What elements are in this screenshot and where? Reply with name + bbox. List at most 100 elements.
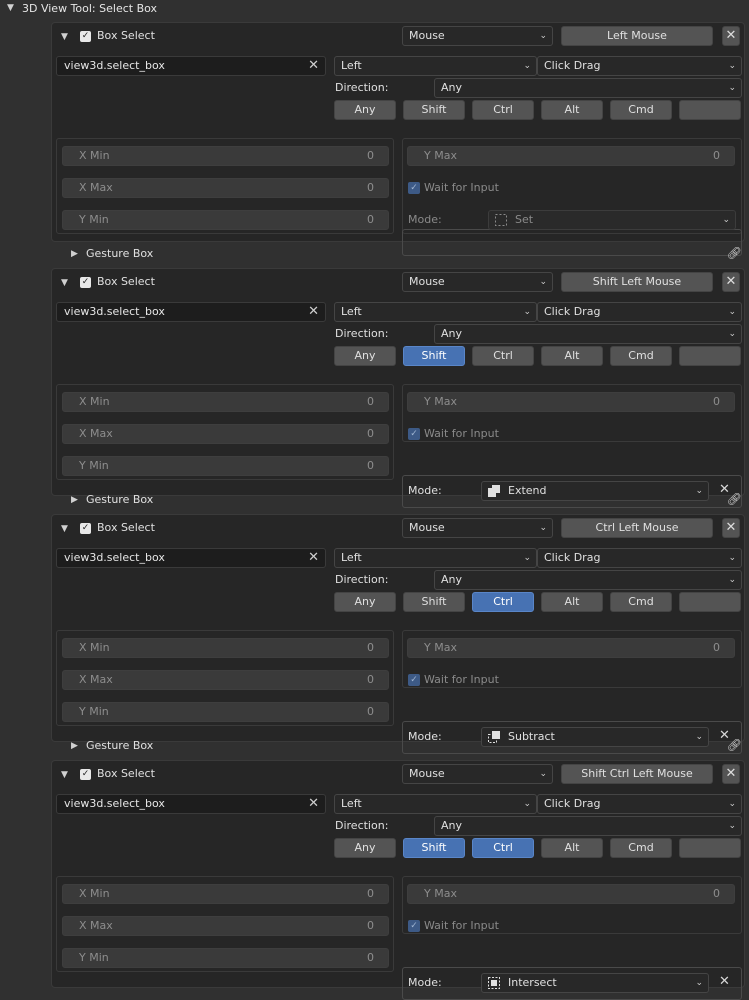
item-name: Box Select: [97, 275, 155, 288]
checkbox-icon[interactable]: ✓: [80, 31, 91, 42]
y-min-field: Y Min 0: [62, 210, 389, 230]
mode-label: Mode:: [408, 976, 442, 989]
direction-dropdown[interactable]: Any ⌄: [434, 816, 742, 836]
operator-field[interactable]: view3d.select_box ✕: [56, 548, 326, 568]
select-intersect-icon: [488, 977, 500, 989]
device-dropdown[interactable]: Mouse ⌄: [402, 764, 553, 784]
modifier-button-cmd[interactable]: Cmd: [610, 100, 672, 120]
checkbox-icon[interactable]: ✓: [80, 277, 91, 288]
chevron-down-icon: ⌄: [728, 575, 736, 585]
expand-triangle-icon[interactable]: ▼: [61, 524, 68, 534]
checkbox-icon[interactable]: ✓: [80, 523, 91, 534]
chevron-down-icon: ⌄: [523, 799, 531, 809]
clear-icon[interactable]: ✕: [308, 57, 319, 75]
expand-triangle-icon[interactable]: ▼: [61, 770, 68, 780]
key-button[interactable]: Ctrl Left Mouse: [561, 518, 713, 538]
modifier-button-alt[interactable]: Alt: [541, 100, 603, 120]
y-min-value: 0: [367, 951, 374, 964]
modifier-button-alt[interactable]: Alt: [541, 346, 603, 366]
event-value-dropdown[interactable]: Click Drag ⌄: [537, 548, 742, 568]
device-dropdown[interactable]: Mouse ⌄: [402, 26, 553, 46]
event-type-dropdown[interactable]: Left ⌄: [334, 794, 537, 814]
gesture-box-row[interactable]: ▶ Gesture Box 🔗︎: [56, 244, 746, 264]
remove-mode-icon[interactable]: ✕: [719, 974, 730, 989]
modifier-button-key[interactable]: [679, 838, 741, 858]
modifier-button-key[interactable]: [679, 346, 741, 366]
modifier-button-alt[interactable]: Alt: [541, 838, 603, 858]
x-min-field: X Min 0: [62, 146, 389, 166]
remove-item-icon[interactable]: ✕: [722, 518, 740, 538]
expand-triangle-icon[interactable]: ▼: [61, 32, 68, 42]
key-button[interactable]: Left Mouse: [561, 26, 713, 46]
device-value: Mouse: [409, 521, 445, 534]
remove-item-icon[interactable]: ✕: [722, 764, 740, 784]
modifier-button-shift[interactable]: Shift: [403, 346, 465, 366]
modifier-button-key[interactable]: [679, 100, 741, 120]
x-min-label: X Min: [79, 641, 110, 654]
modifier-button-cmd[interactable]: Cmd: [610, 838, 672, 858]
expand-triangle-icon[interactable]: ▶: [71, 249, 78, 259]
y-max-value: 0: [713, 887, 720, 900]
expand-triangle-icon[interactable]: ▶: [71, 741, 78, 751]
wait-for-input-label: Wait for Input: [424, 673, 499, 686]
key-button[interactable]: Shift Left Mouse: [561, 272, 713, 292]
x-min-label: X Min: [79, 149, 110, 162]
device-dropdown[interactable]: Mouse ⌄: [402, 518, 553, 538]
modifier-button-key[interactable]: [679, 592, 741, 612]
operator-field[interactable]: view3d.select_box ✕: [56, 56, 326, 76]
link-icon[interactable]: 🔗︎: [727, 492, 742, 506]
clear-icon[interactable]: ✕: [308, 795, 319, 813]
gesture-box-row[interactable]: ▶ Gesture Box 🔗︎: [56, 490, 746, 510]
event-type-dropdown[interactable]: Left ⌄: [334, 56, 537, 76]
y-max-value: 0: [713, 395, 720, 408]
event-value-dropdown[interactable]: Click Drag ⌄: [537, 302, 742, 322]
modifier-button-ctrl[interactable]: Ctrl: [472, 100, 534, 120]
modifier-button-any[interactable]: Any: [334, 100, 396, 120]
link-icon[interactable]: 🔗︎: [727, 738, 742, 752]
event-type-dropdown[interactable]: Left ⌄: [334, 548, 537, 568]
direction-dropdown[interactable]: Any ⌄: [434, 78, 742, 98]
modifier-button-ctrl[interactable]: Ctrl: [472, 346, 534, 366]
gesture-box-label: Gesture Box: [86, 493, 154, 506]
expand-triangle-icon[interactable]: ▼: [7, 3, 14, 13]
keymap-section-header[interactable]: ▼ 3D View Tool: Select Box: [0, 0, 749, 18]
x-max-label: X Max: [79, 919, 113, 932]
chevron-down-icon: ⌄: [728, 61, 736, 71]
x-min-value: 0: [367, 887, 374, 900]
modifier-button-any[interactable]: Any: [334, 346, 396, 366]
clear-icon[interactable]: ✕: [308, 549, 319, 567]
modifier-button-shift[interactable]: Shift: [403, 100, 465, 120]
modifier-button-ctrl[interactable]: Ctrl: [472, 592, 534, 612]
operator-field[interactable]: view3d.select_box ✕: [56, 302, 326, 322]
remove-item-icon[interactable]: ✕: [722, 26, 740, 46]
event-type-dropdown[interactable]: Left ⌄: [334, 302, 537, 322]
gesture-box-row[interactable]: ▶ Gesture Box 🔗︎: [56, 736, 746, 756]
direction-dropdown[interactable]: Any ⌄: [434, 324, 742, 344]
event-value-dropdown[interactable]: Click Drag ⌄: [537, 794, 742, 814]
link-icon[interactable]: 🔗︎: [727, 246, 742, 260]
modifier-button-ctrl[interactable]: Ctrl: [472, 838, 534, 858]
checkbox-icon[interactable]: ✓: [80, 769, 91, 780]
mode-dropdown[interactable]: Intersect ⌄: [481, 973, 709, 993]
event-value-value: Click Drag: [544, 551, 601, 564]
modifier-button-any[interactable]: Any: [334, 592, 396, 612]
x-max-value: 0: [367, 673, 374, 686]
device-dropdown[interactable]: Mouse ⌄: [402, 272, 553, 292]
remove-item-icon[interactable]: ✕: [722, 272, 740, 292]
clear-icon[interactable]: ✕: [308, 303, 319, 321]
modifier-button-shift[interactable]: Shift: [403, 838, 465, 858]
key-button[interactable]: Shift Ctrl Left Mouse: [561, 764, 713, 784]
expand-triangle-icon[interactable]: ▶: [71, 495, 78, 505]
modifier-button-alt[interactable]: Alt: [541, 592, 603, 612]
y-min-label: Y Min: [79, 459, 109, 472]
mode-label: Mode:: [408, 213, 442, 226]
event-value-dropdown[interactable]: Click Drag ⌄: [537, 56, 742, 76]
modifier-button-shift[interactable]: Shift: [403, 592, 465, 612]
modifier-button-any[interactable]: Any: [334, 838, 396, 858]
direction-dropdown[interactable]: Any ⌄: [434, 570, 742, 590]
modifier-button-cmd[interactable]: Cmd: [610, 346, 672, 366]
modifier-button-cmd[interactable]: Cmd: [610, 592, 672, 612]
operator-field[interactable]: view3d.select_box ✕: [56, 794, 326, 814]
y-max-label: Y Max: [424, 641, 457, 654]
expand-triangle-icon[interactable]: ▼: [61, 278, 68, 288]
